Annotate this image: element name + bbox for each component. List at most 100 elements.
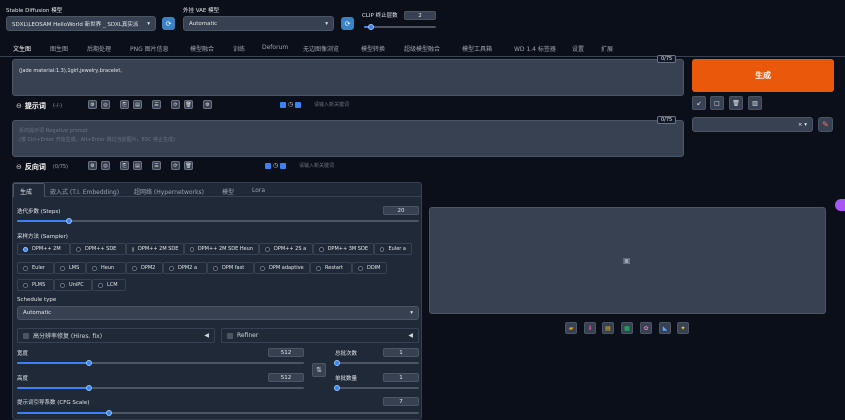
prompt-toolbar-title[interactable]: ⊖ 提示词 (-/-) (16, 101, 62, 111)
send-img2img-button[interactable]: ▦ (621, 322, 633, 334)
negative-prompt-textarea[interactable]: 反向提示词 Negative prompt (按 Ctrl+Enter 开始生成… (12, 120, 684, 157)
sampler-option[interactable]: Euler (17, 262, 54, 274)
swap-dimensions-button[interactable]: ⇅ (312, 363, 326, 377)
styles-select[interactable]: × ▾ (692, 117, 813, 132)
hires-checkbox[interactable] (23, 332, 29, 339)
vae-select[interactable]: Automatic ▾ (183, 16, 334, 31)
steps-value[interactable]: 20 (383, 206, 419, 215)
copy-icon[interactable]: ⎘ (120, 100, 129, 109)
tab-merge[interactable]: 模型融合 (190, 44, 214, 53)
batch-count-value[interactable]: 1 (383, 348, 419, 357)
steps-slider[interactable] (17, 218, 419, 224)
subtab-checkpoints[interactable]: 模型 (222, 187, 234, 196)
tab-txt2img[interactable]: 文生图 (13, 44, 31, 53)
sampler-option[interactable]: DPM2 (126, 262, 163, 274)
history-icon[interactable]: ☰ (152, 161, 161, 170)
prompt-tag-input[interactable]: 请输入新关键词 (314, 101, 349, 108)
tab-train[interactable]: 训练 (233, 44, 245, 53)
clip-slider[interactable] (364, 24, 436, 30)
checkbox-2[interactable] (295, 101, 302, 108)
refresh-model-button[interactable]: ⟳ (162, 17, 175, 30)
trash-button[interactable]: 🗑 (729, 96, 743, 110)
sampler-option[interactable]: DPM2 a (163, 262, 207, 274)
brush-button[interactable]: ✎ (818, 117, 833, 132)
sampler-option[interactable]: DDIM (352, 262, 387, 274)
negative-tag-checks[interactable]: ◷ (265, 162, 287, 169)
sparkle-button[interactable]: ✦ (677, 322, 689, 334)
prompt-textarea[interactable]: (Jade material:1.3),1girl,jewelry,bracel… (12, 59, 684, 96)
tab-img2img[interactable]: 图生图 (50, 44, 68, 53)
clip-value[interactable]: 2 (404, 11, 436, 20)
batch-size-slider[interactable] (333, 385, 419, 391)
side-handle[interactable] (835, 199, 845, 211)
zip-button[interactable]: ▤ (602, 322, 614, 334)
tab-wd-tagger[interactable]: WD 1.4 标签器 (514, 44, 556, 53)
send-inpaint-button[interactable]: ✿ (640, 322, 652, 334)
height-value[interactable]: 512 (268, 373, 304, 382)
subtab-generate[interactable]: 生成 (20, 187, 32, 196)
sampler-option[interactable]: DPM++ 2S a (259, 243, 313, 255)
batch-size-value[interactable]: 1 (383, 373, 419, 382)
tab-image-browser[interactable]: 无边图像浏览 (303, 44, 339, 53)
tab-model-toolkit[interactable]: 模型工具箱 (462, 44, 492, 53)
sampler-option[interactable]: DPM++ 2M (17, 243, 70, 255)
cfg-slider[interactable] (17, 410, 419, 416)
stop-button[interactable]: □ (710, 96, 724, 110)
paste-icon[interactable]: ▤ (133, 100, 142, 109)
refresh-icon[interactable]: ⟳ (171, 161, 180, 170)
translate-icon[interactable]: ◎ (101, 100, 110, 109)
subtab-hypernetworks[interactable]: 超网络 (Hypernetworks) (134, 187, 204, 196)
subtab-lora[interactable]: Lora (252, 187, 265, 194)
negative-toolbar-title[interactable]: ⊖ 反向词 (0/75) (16, 162, 68, 172)
tab-super-merger[interactable]: 超级模型融合 (404, 44, 440, 53)
prompt-tag-checks[interactable]: ◷ (280, 101, 302, 108)
sampler-option[interactable]: LMS (54, 262, 86, 274)
paste-icon[interactable]: ▤ (133, 161, 142, 170)
height-slider[interactable] (17, 385, 304, 391)
settings-icon[interactable]: ⚙ (88, 161, 97, 170)
tab-extras[interactable]: 后期处理 (87, 44, 111, 53)
checkbox-1[interactable] (280, 101, 286, 108)
clipboard-button[interactable]: ▥ (748, 96, 762, 110)
width-value[interactable]: 512 (268, 348, 304, 357)
open-folder-button[interactable]: ▰ (565, 322, 577, 334)
gear-icon[interactable]: ⚙ (203, 100, 212, 109)
history-icon[interactable]: ☰ (152, 100, 161, 109)
translate-icon[interactable]: ◎ (101, 161, 110, 170)
send-extras-button[interactable]: ◣ (659, 322, 671, 334)
sampler-option[interactable]: DPM fast (207, 262, 254, 274)
refiner-checkbox[interactable] (227, 332, 233, 339)
sampler-option[interactable]: LCM (92, 279, 126, 291)
schedule-select[interactable]: Automatic ▾ (17, 306, 419, 320)
cfg-value[interactable]: 7 (383, 397, 419, 406)
sampler-option[interactable]: DPM++ 2M SDE (126, 243, 184, 255)
sampler-option[interactable]: Restart (310, 262, 352, 274)
sampler-option[interactable]: PLMS (17, 279, 54, 291)
tab-model-convert[interactable]: 模型转换 (361, 44, 385, 53)
hires-accordion[interactable]: 高分辨率修复 (Hires. fix) ◀ (17, 328, 215, 343)
refiner-accordion[interactable]: Refiner ◀ (221, 328, 419, 343)
refresh-vae-button[interactable]: ⟳ (341, 17, 354, 30)
sampler-option[interactable]: DPM++ SDE (70, 243, 126, 255)
settings-icon[interactable]: ⚙ (88, 100, 97, 109)
trash-icon[interactable]: 🗑 (184, 161, 193, 170)
checkbox-1[interactable] (265, 162, 271, 169)
checkbox-2[interactable] (280, 162, 287, 169)
tab-png-info[interactable]: PNG 图片信息 (130, 44, 169, 53)
sampler-option[interactable]: Euler a (374, 243, 412, 255)
batch-count-slider[interactable] (333, 360, 419, 366)
generate-button[interactable]: 生成 (692, 59, 834, 92)
trash-icon[interactable]: 🗑 (184, 100, 193, 109)
model-select[interactable]: SDXL\LEOSAM HelloWorld 新世界 _ SDXL真实派 ▾ (6, 16, 156, 31)
sampler-option[interactable]: DPM adaptive (254, 262, 310, 274)
sampler-option[interactable]: DPM++ 3M SDE (313, 243, 374, 255)
sampler-option[interactable]: UniPC (54, 279, 92, 291)
refresh-icon[interactable]: ⟳ (171, 100, 180, 109)
width-slider[interactable] (17, 360, 304, 366)
sampler-option[interactable]: DPM++ 2M SDE Heun (184, 243, 259, 255)
tab-extensions[interactable]: 扩展 (601, 44, 613, 53)
sampler-option[interactable]: Heun (86, 262, 126, 274)
save-button[interactable]: ⬇ (584, 322, 596, 334)
arrow-button[interactable]: ↙ (692, 96, 706, 110)
tab-deforum[interactable]: Deforum (262, 44, 288, 51)
